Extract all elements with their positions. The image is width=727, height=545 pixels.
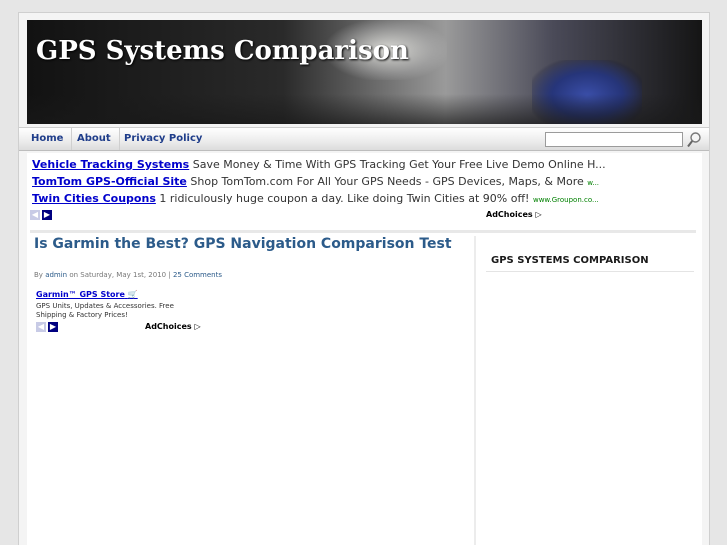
- nav-item-about[interactable]: About: [69, 128, 120, 150]
- ad-link-twin-cities[interactable]: Twin Cities Coupons: [32, 192, 156, 205]
- adchoices-icon: ▷: [535, 210, 542, 219]
- ad-next-arrow-icon[interactable]: ▶: [42, 210, 52, 220]
- ad-line-1: Vehicle Tracking Systems Save Money & Ti…: [32, 158, 606, 174]
- adchoices-icon: ▷: [194, 322, 201, 331]
- ad-link-garmin-store[interactable]: Garmin™ GPS Store 🛒: [36, 290, 138, 299]
- ad-link-vehicle-tracking[interactable]: Vehicle Tracking Systems: [32, 158, 189, 171]
- page-wrapper: GPS Systems Comparison Home About Privac…: [18, 12, 710, 545]
- meta-by: By: [34, 271, 43, 279]
- ad-text: 1 ridiculously huge coupon a day. Like d…: [159, 192, 530, 205]
- content-area: Vehicle Tracking Systems Save Money & Ti…: [27, 153, 702, 545]
- search-icon[interactable]: [686, 131, 702, 148]
- post-meta: By admin on Saturday, May 1st, 2010 | 25…: [34, 271, 222, 279]
- sidebar-title-underline: [486, 271, 694, 272]
- comments-link[interactable]: 25 Comments: [173, 271, 222, 279]
- ad-prev-arrow-icon[interactable]: ◀: [30, 210, 40, 220]
- site-title[interactable]: GPS Systems Comparison: [36, 36, 409, 66]
- adchoices-label: AdChoices: [145, 322, 192, 331]
- column-divider: [474, 236, 476, 545]
- ad-text: Shop TomTom.com For All Your GPS Needs -…: [190, 175, 584, 188]
- search-input[interactable]: [545, 132, 683, 147]
- adchoices-link[interactable]: AdChoices ▷: [486, 210, 542, 219]
- header-banner: GPS Systems Comparison: [27, 20, 702, 124]
- banner-ground: [27, 94, 702, 124]
- ad2-next-arrow-icon[interactable]: ▶: [48, 322, 58, 332]
- ad-line-3: Twin Cities Coupons 1 ridiculously huge …: [32, 192, 599, 208]
- ad-url[interactable]: www.Groupon.co...: [533, 196, 599, 204]
- nav-bar: Home About Privacy Policy: [19, 127, 709, 151]
- ad-text: Save Money & Time With GPS Tracking Get …: [192, 158, 606, 171]
- ad-link-tomtom[interactable]: TomTom GPS-Official Site: [32, 175, 187, 188]
- ad2-description: GPS Units, Updates & Accessories. Free S…: [36, 302, 174, 319]
- ad-url[interactable]: w...: [587, 179, 599, 187]
- ad-line-2: TomTom GPS-Official Site Shop TomTom.com…: [32, 175, 599, 191]
- sidebar-title: GPS SYSTEMS COMPARISON: [491, 255, 649, 266]
- ad2-prev-arrow-icon[interactable]: ◀: [36, 322, 46, 332]
- nav-item-home[interactable]: Home: [23, 128, 73, 150]
- adchoices-link-2[interactable]: AdChoices ▷: [145, 322, 201, 331]
- section-divider: [30, 230, 696, 233]
- author-link[interactable]: admin: [45, 271, 67, 279]
- adchoices-label: AdChoices: [486, 210, 533, 219]
- cart-icon: 🛒: [127, 290, 138, 299]
- nav-item-privacy-policy[interactable]: Privacy Policy: [116, 128, 210, 150]
- meta-date: on Saturday, May 1st, 2010 |: [69, 271, 171, 279]
- post-title[interactable]: Is Garmin the Best? GPS Navigation Compa…: [34, 236, 452, 252]
- ad2-title-text: Garmin™ GPS Store: [36, 290, 125, 299]
